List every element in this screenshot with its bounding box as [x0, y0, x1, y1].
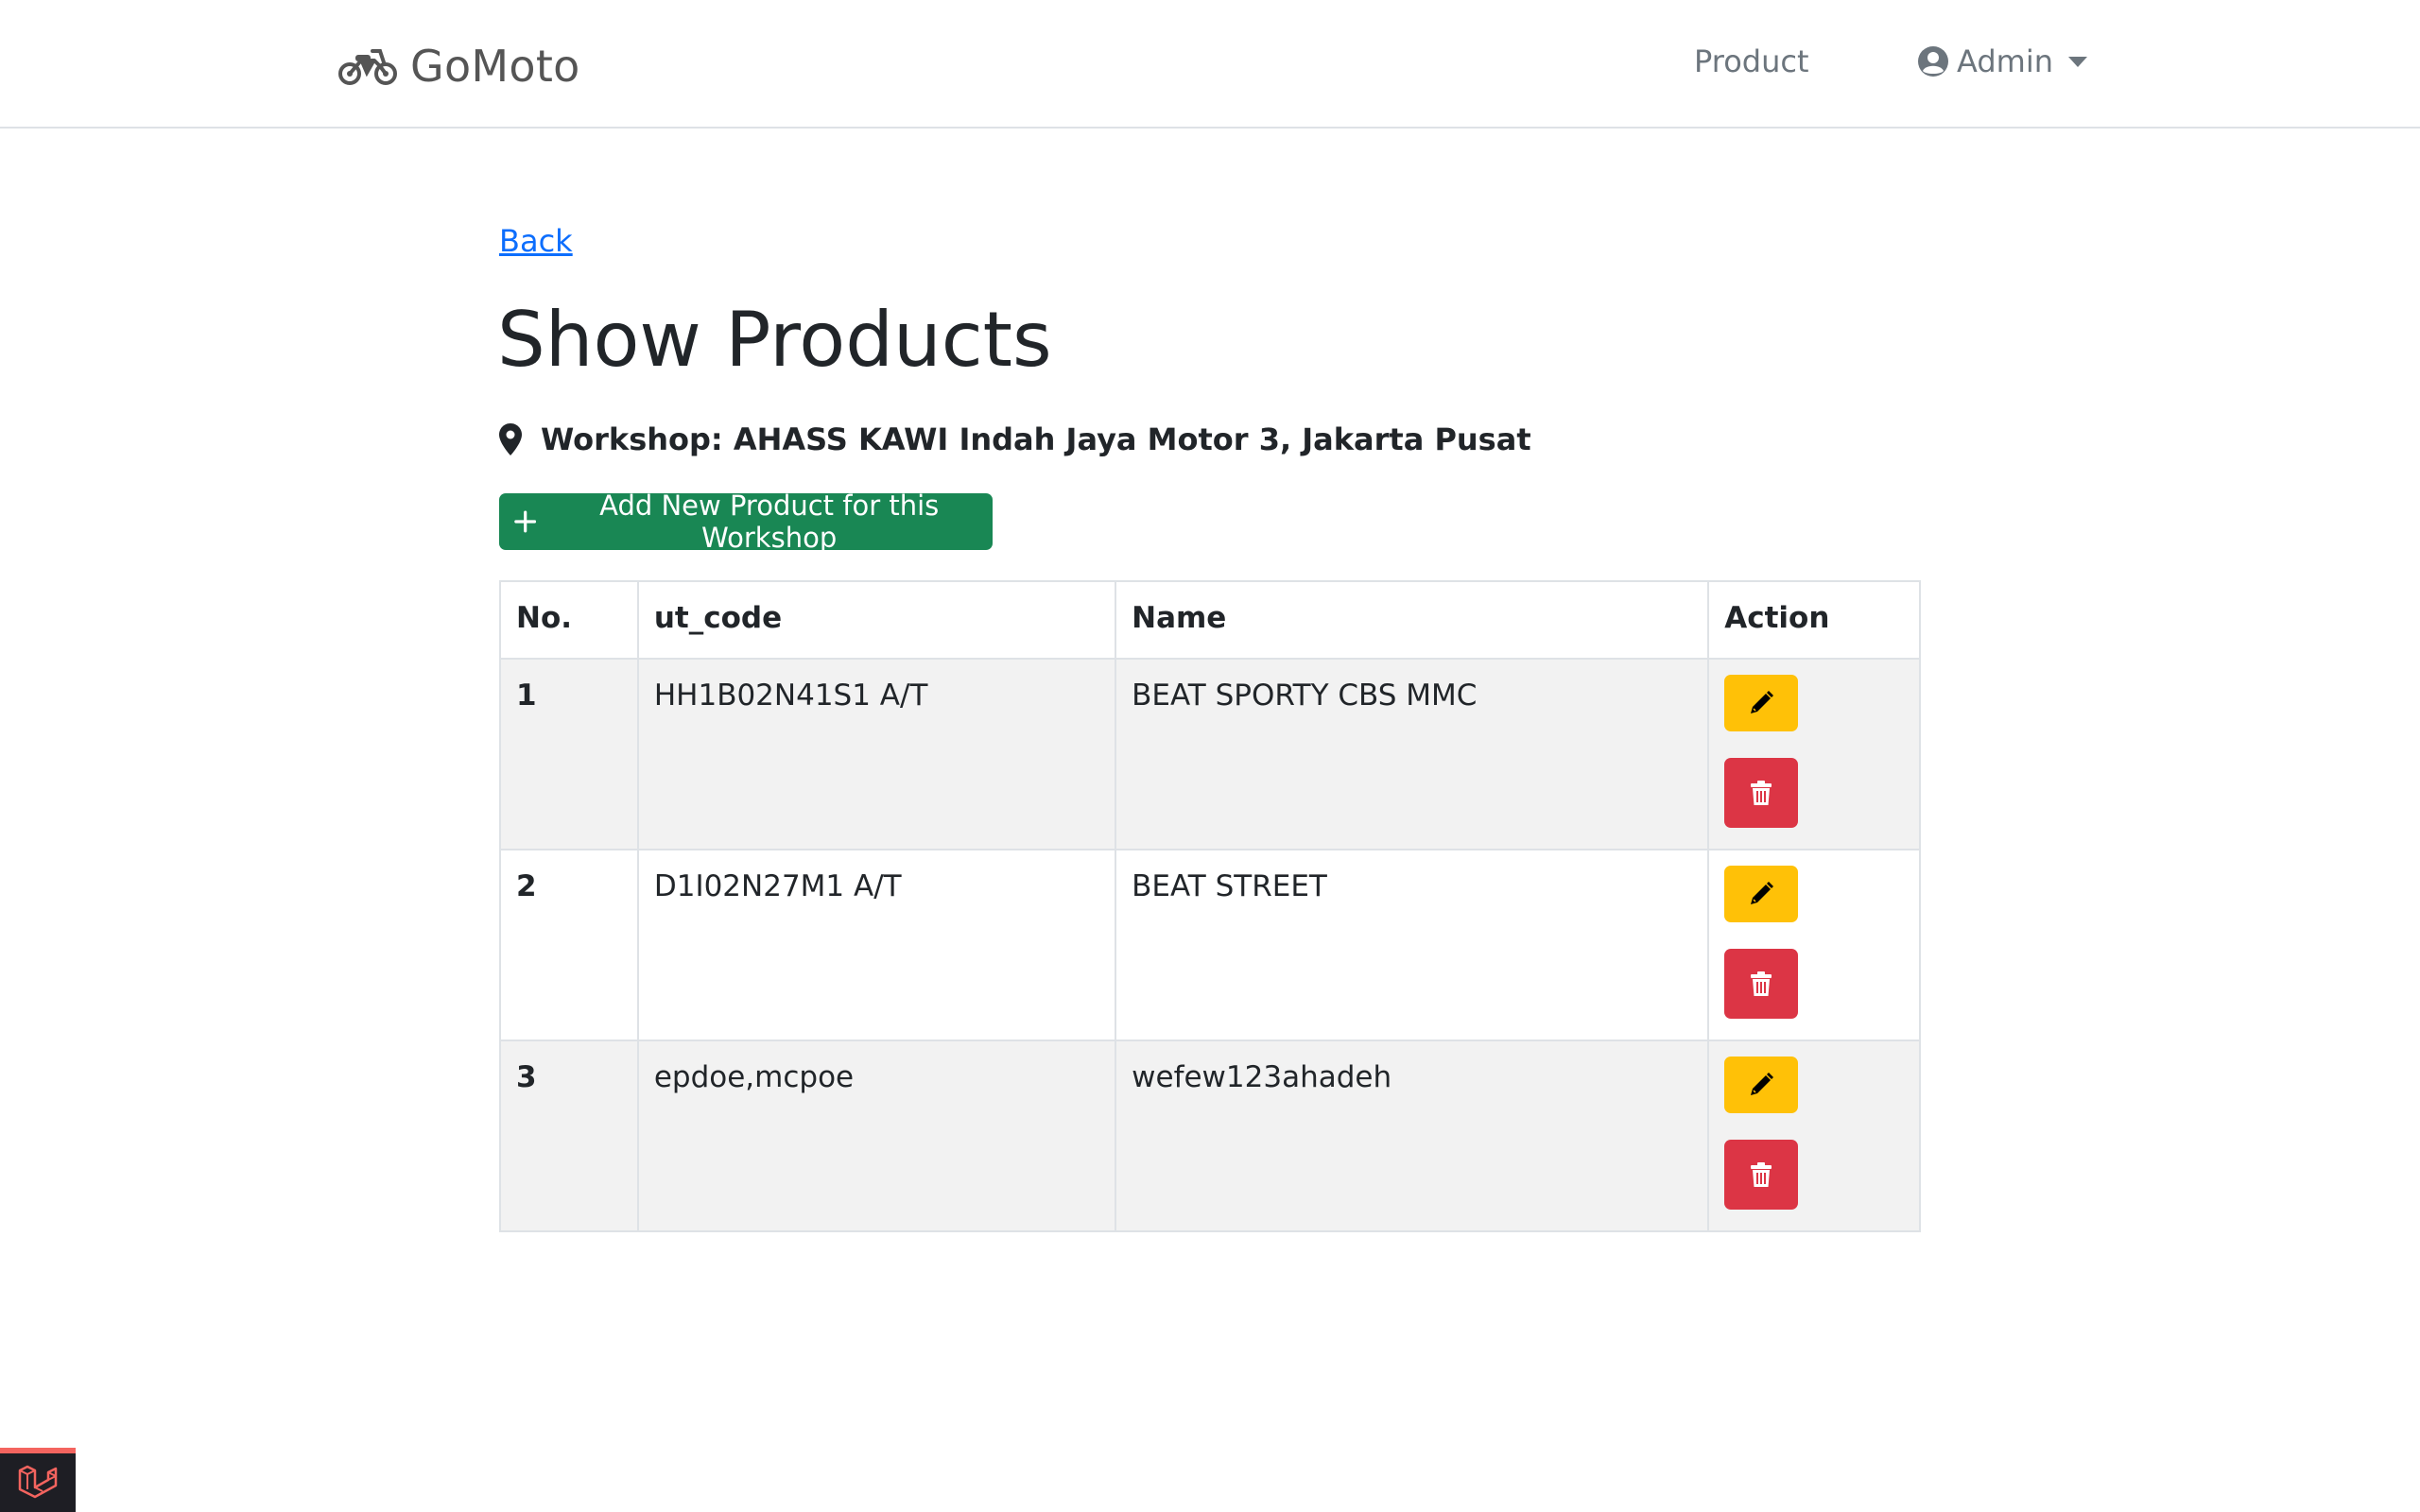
delete-button[interactable]	[1724, 949, 1799, 1019]
chevron-down-icon	[2067, 56, 2087, 67]
plus-icon	[514, 510, 537, 533]
row-actions	[1707, 849, 1921, 1041]
add-product-button[interactable]: Add New Product for this Workshop	[499, 490, 993, 554]
debugbar-toggle[interactable]	[0, 1448, 76, 1512]
brand-name: GoMoto	[410, 41, 580, 92]
table-header-row: No. ut_code Name Action	[499, 580, 1921, 660]
delete-button[interactable]	[1724, 1140, 1799, 1210]
map-pin-icon	[499, 423, 522, 455]
table-row: 2 D1I02N27M1 A/T BEAT STREET	[499, 849, 1921, 1041]
header-ut-code: ut_code	[636, 580, 1117, 660]
add-product-label: Add New Product for this Workshop	[599, 490, 940, 554]
edit-button[interactable]	[1724, 1057, 1799, 1113]
user-name-label: Admin	[1957, 43, 2053, 79]
trash-icon	[1751, 971, 1772, 996]
row-number: 2	[499, 849, 639, 1041]
brand-link[interactable]: GoMoto	[338, 34, 580, 98]
row-ut-code: HH1B02N41S1 A/T	[636, 658, 1117, 850]
trash-icon	[1751, 1162, 1772, 1187]
laravel-logo-icon	[18, 1465, 58, 1499]
top-navbar: GoMoto Product Admin	[0, 0, 2420, 129]
header-no: No.	[499, 580, 639, 660]
row-actions	[1707, 658, 1921, 850]
row-ut-code: epdoe,mcpoe	[636, 1040, 1117, 1232]
edit-button[interactable]	[1724, 675, 1799, 731]
workshop-label: Workshop: AHASS KAWI Indah Jaya Motor 3,…	[541, 421, 1531, 457]
pencil-icon	[1751, 882, 1774, 904]
page-title: Show Products	[497, 296, 1052, 384]
motorcycle-icon	[338, 49, 397, 85]
row-name: wefew123ahadeh	[1115, 1040, 1710, 1232]
header-name: Name	[1115, 580, 1710, 660]
table-row: 3 epdoe,mcpoe wefew123ahadeh	[499, 1040, 1921, 1232]
delete-button[interactable]	[1724, 758, 1799, 828]
pencil-icon	[1751, 1073, 1774, 1095]
edit-button[interactable]	[1724, 866, 1799, 922]
back-link[interactable]: Back	[499, 223, 573, 259]
row-actions	[1707, 1040, 1921, 1232]
row-number: 3	[499, 1040, 639, 1232]
row-name: BEAT SPORTY CBS MMC	[1115, 658, 1710, 850]
user-circle-icon	[1918, 46, 1948, 77]
table-row: 1 HH1B02N41S1 A/T BEAT SPORTY CBS MMC	[499, 658, 1921, 850]
row-number: 1	[499, 658, 639, 850]
row-name: BEAT STREET	[1115, 849, 1710, 1041]
row-ut-code: D1I02N27M1 A/T	[636, 849, 1117, 1041]
workshop-info: Workshop: AHASS KAWI Indah Jaya Motor 3,…	[499, 421, 1531, 457]
products-table: No. ut_code Name Action 1 HH1B02N41S1 A/…	[499, 580, 1921, 1232]
header-action: Action	[1707, 580, 1921, 660]
user-dropdown-toggle[interactable]: Admin	[1917, 43, 2087, 79]
trash-icon	[1751, 781, 1772, 805]
pencil-icon	[1751, 691, 1774, 713]
nav-product-link[interactable]: Product	[1694, 43, 1809, 79]
